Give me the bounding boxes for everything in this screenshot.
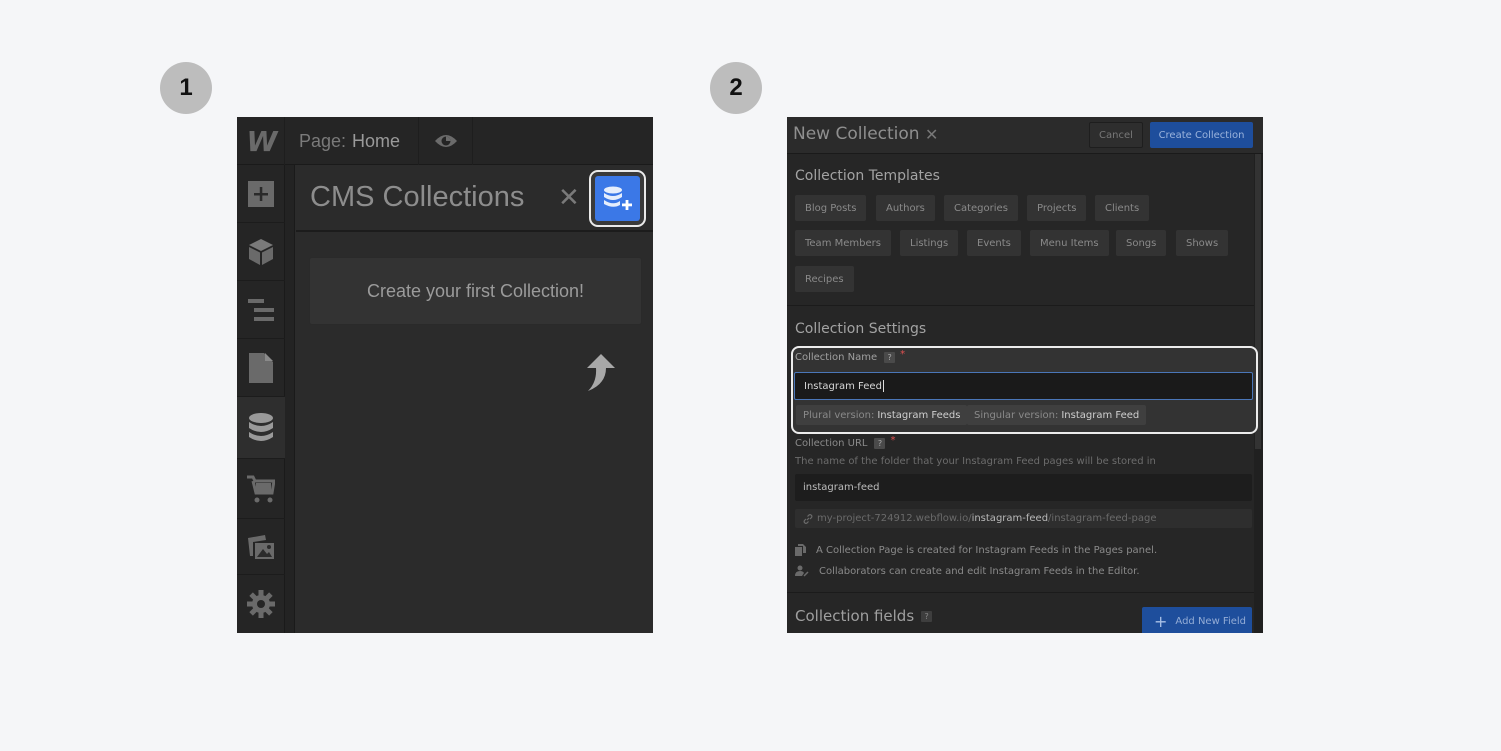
pointer-arrow-icon xyxy=(587,354,615,391)
close-icon[interactable]: ✕ xyxy=(558,184,580,210)
step-2-badge: 2 xyxy=(710,62,762,114)
info-pages: A Collection Page is created for Instagr… xyxy=(795,544,1157,556)
template-recipes[interactable]: Recipes xyxy=(795,266,854,292)
assets-images-icon xyxy=(248,534,274,559)
template-listings[interactable]: Listings xyxy=(900,230,959,256)
add-collection-highlight xyxy=(589,170,646,227)
eye-icon xyxy=(434,135,457,147)
singular-value: Instagram Feed xyxy=(1061,409,1140,421)
info-editor-text: Collaborators can create and edit Instag… xyxy=(819,565,1140,577)
template-categories[interactable]: Categories xyxy=(944,195,1018,221)
section-divider xyxy=(787,305,1254,306)
sidebar-item-components[interactable] xyxy=(237,223,285,281)
info-editor: Collaborators can create and edit Instag… xyxy=(795,565,1140,577)
url-preview-prefix: my-project-724912.webflow.io/ xyxy=(817,513,972,524)
template-blog-posts[interactable]: Blog Posts xyxy=(795,195,867,221)
sidebar-item-add[interactable] xyxy=(237,165,285,223)
url-preview-suffix: /instagram-feed-page xyxy=(1048,513,1157,524)
cancel-button[interactable]: Cancel xyxy=(1089,122,1143,148)
section-divider xyxy=(787,592,1254,593)
sidebar-item-navigator[interactable] xyxy=(237,281,285,339)
sidebar-item-cms[interactable] xyxy=(237,397,285,459)
collection-url-label-text: Collection URL xyxy=(795,438,868,449)
help-icon[interactable]: ? xyxy=(921,610,933,622)
close-icon[interactable]: ✕ xyxy=(925,125,938,144)
singular-version-pill[interactable]: Singular version: Instagram Feed xyxy=(967,405,1147,425)
collection-name-value: Instagram Feed xyxy=(804,380,882,392)
templates-heading: Collection Templates xyxy=(795,168,940,184)
plural-version-pill[interactable]: Plural version: Instagram Feeds xyxy=(796,405,968,425)
cms-collections-panel-screenshot: W Page: Home CMS Collections ✕ Create yo… xyxy=(237,117,653,633)
sidebar-item-pages[interactable] xyxy=(237,339,285,397)
collection-url-help: The name of the folder that your Instagr… xyxy=(795,456,1156,467)
add-collection-button[interactable] xyxy=(595,176,640,221)
template-events[interactable]: Events xyxy=(967,230,1021,256)
settings-gear-icon xyxy=(247,590,275,618)
create-collection-button[interactable]: Create Collection xyxy=(1150,122,1253,148)
url-preview-slug: instagram-feed xyxy=(971,513,1049,524)
sidebar-item-assets[interactable] xyxy=(237,519,285,575)
required-indicator: * xyxy=(890,435,896,446)
webflow-logo-icon: W xyxy=(246,124,278,158)
link-icon xyxy=(803,513,813,524)
page-selector-value: Home xyxy=(352,130,401,151)
template-authors[interactable]: Authors xyxy=(876,195,935,221)
sidebar-item-settings[interactable] xyxy=(237,575,285,633)
page-selector[interactable]: Page: Home xyxy=(285,117,419,165)
add-new-field-label: Add New Field xyxy=(1175,615,1247,627)
add-panel-icon xyxy=(248,180,274,207)
info-pages-text: A Collection Page is created for Instagr… xyxy=(816,544,1158,556)
cms-panel-header: CMS Collections ✕ xyxy=(296,166,653,232)
template-menu-items[interactable]: Menu Items xyxy=(1030,230,1109,256)
step-1-badge: 1 xyxy=(160,62,212,114)
left-sidebar xyxy=(237,165,285,633)
cms-panel-title: CMS Collections xyxy=(310,181,525,213)
ecommerce-cart-icon xyxy=(247,475,275,502)
collection-name-label-text: Collection Name xyxy=(795,352,878,363)
help-icon[interactable]: ? xyxy=(884,352,896,363)
collection-url-label: Collection URL ? * xyxy=(795,435,896,449)
panel-gutter xyxy=(285,165,295,633)
new-collection-header: New Collection ✕ Cancel Create Collectio… xyxy=(787,117,1263,154)
template-projects[interactable]: Projects xyxy=(1027,195,1087,221)
singular-key: Singular version: xyxy=(974,409,1059,421)
webflow-logo[interactable]: W xyxy=(237,117,285,165)
pages-icon xyxy=(249,352,273,383)
add-new-field-button[interactable]: + Add New Field xyxy=(1142,607,1252,633)
preview-button[interactable] xyxy=(419,117,473,165)
required-indicator: * xyxy=(900,349,906,360)
sidebar-item-ecommerce[interactable] xyxy=(237,459,285,519)
text-caret xyxy=(882,380,884,392)
collection-url-preview: my-project-724912.webflow.io/instagram-f… xyxy=(795,509,1252,528)
page-selector-label: Page: xyxy=(299,130,347,151)
navigator-icon xyxy=(248,298,274,321)
create-first-collection-button[interactable]: Create your first Collection! xyxy=(309,257,642,325)
collaborator-edit-icon xyxy=(795,565,809,577)
plus-icon: + xyxy=(1154,611,1168,631)
collection-url-input[interactable]: instagram-feed xyxy=(795,474,1252,501)
new-collection-title: New Collection xyxy=(793,124,920,144)
collection-fields-heading-text: Collection fields xyxy=(795,607,915,625)
plural-value: Instagram Feeds xyxy=(877,409,961,421)
template-team-members[interactable]: Team Members xyxy=(795,230,891,256)
template-clients[interactable]: Clients xyxy=(1095,195,1150,221)
pages-copy-icon xyxy=(795,544,806,556)
database-plus-icon xyxy=(603,186,632,210)
help-icon[interactable]: ? xyxy=(874,438,886,449)
template-songs[interactable]: Songs xyxy=(1116,230,1167,256)
plural-key: Plural version: xyxy=(803,409,875,421)
collection-name-input[interactable]: Instagram Feed xyxy=(794,372,1253,400)
collection-fields-heading: Collection fields ? xyxy=(795,607,933,625)
cms-database-icon xyxy=(249,412,273,441)
new-collection-panel-screenshot: New Collection ✕ Cancel Create Collectio… xyxy=(787,117,1263,633)
collection-name-label: Collection Name ? * xyxy=(795,349,906,363)
template-shows[interactable]: Shows xyxy=(1176,230,1229,256)
settings-heading: Collection Settings xyxy=(795,321,927,337)
designer-top-bar: W Page: Home xyxy=(237,117,653,165)
components-cube-icon xyxy=(249,238,273,265)
